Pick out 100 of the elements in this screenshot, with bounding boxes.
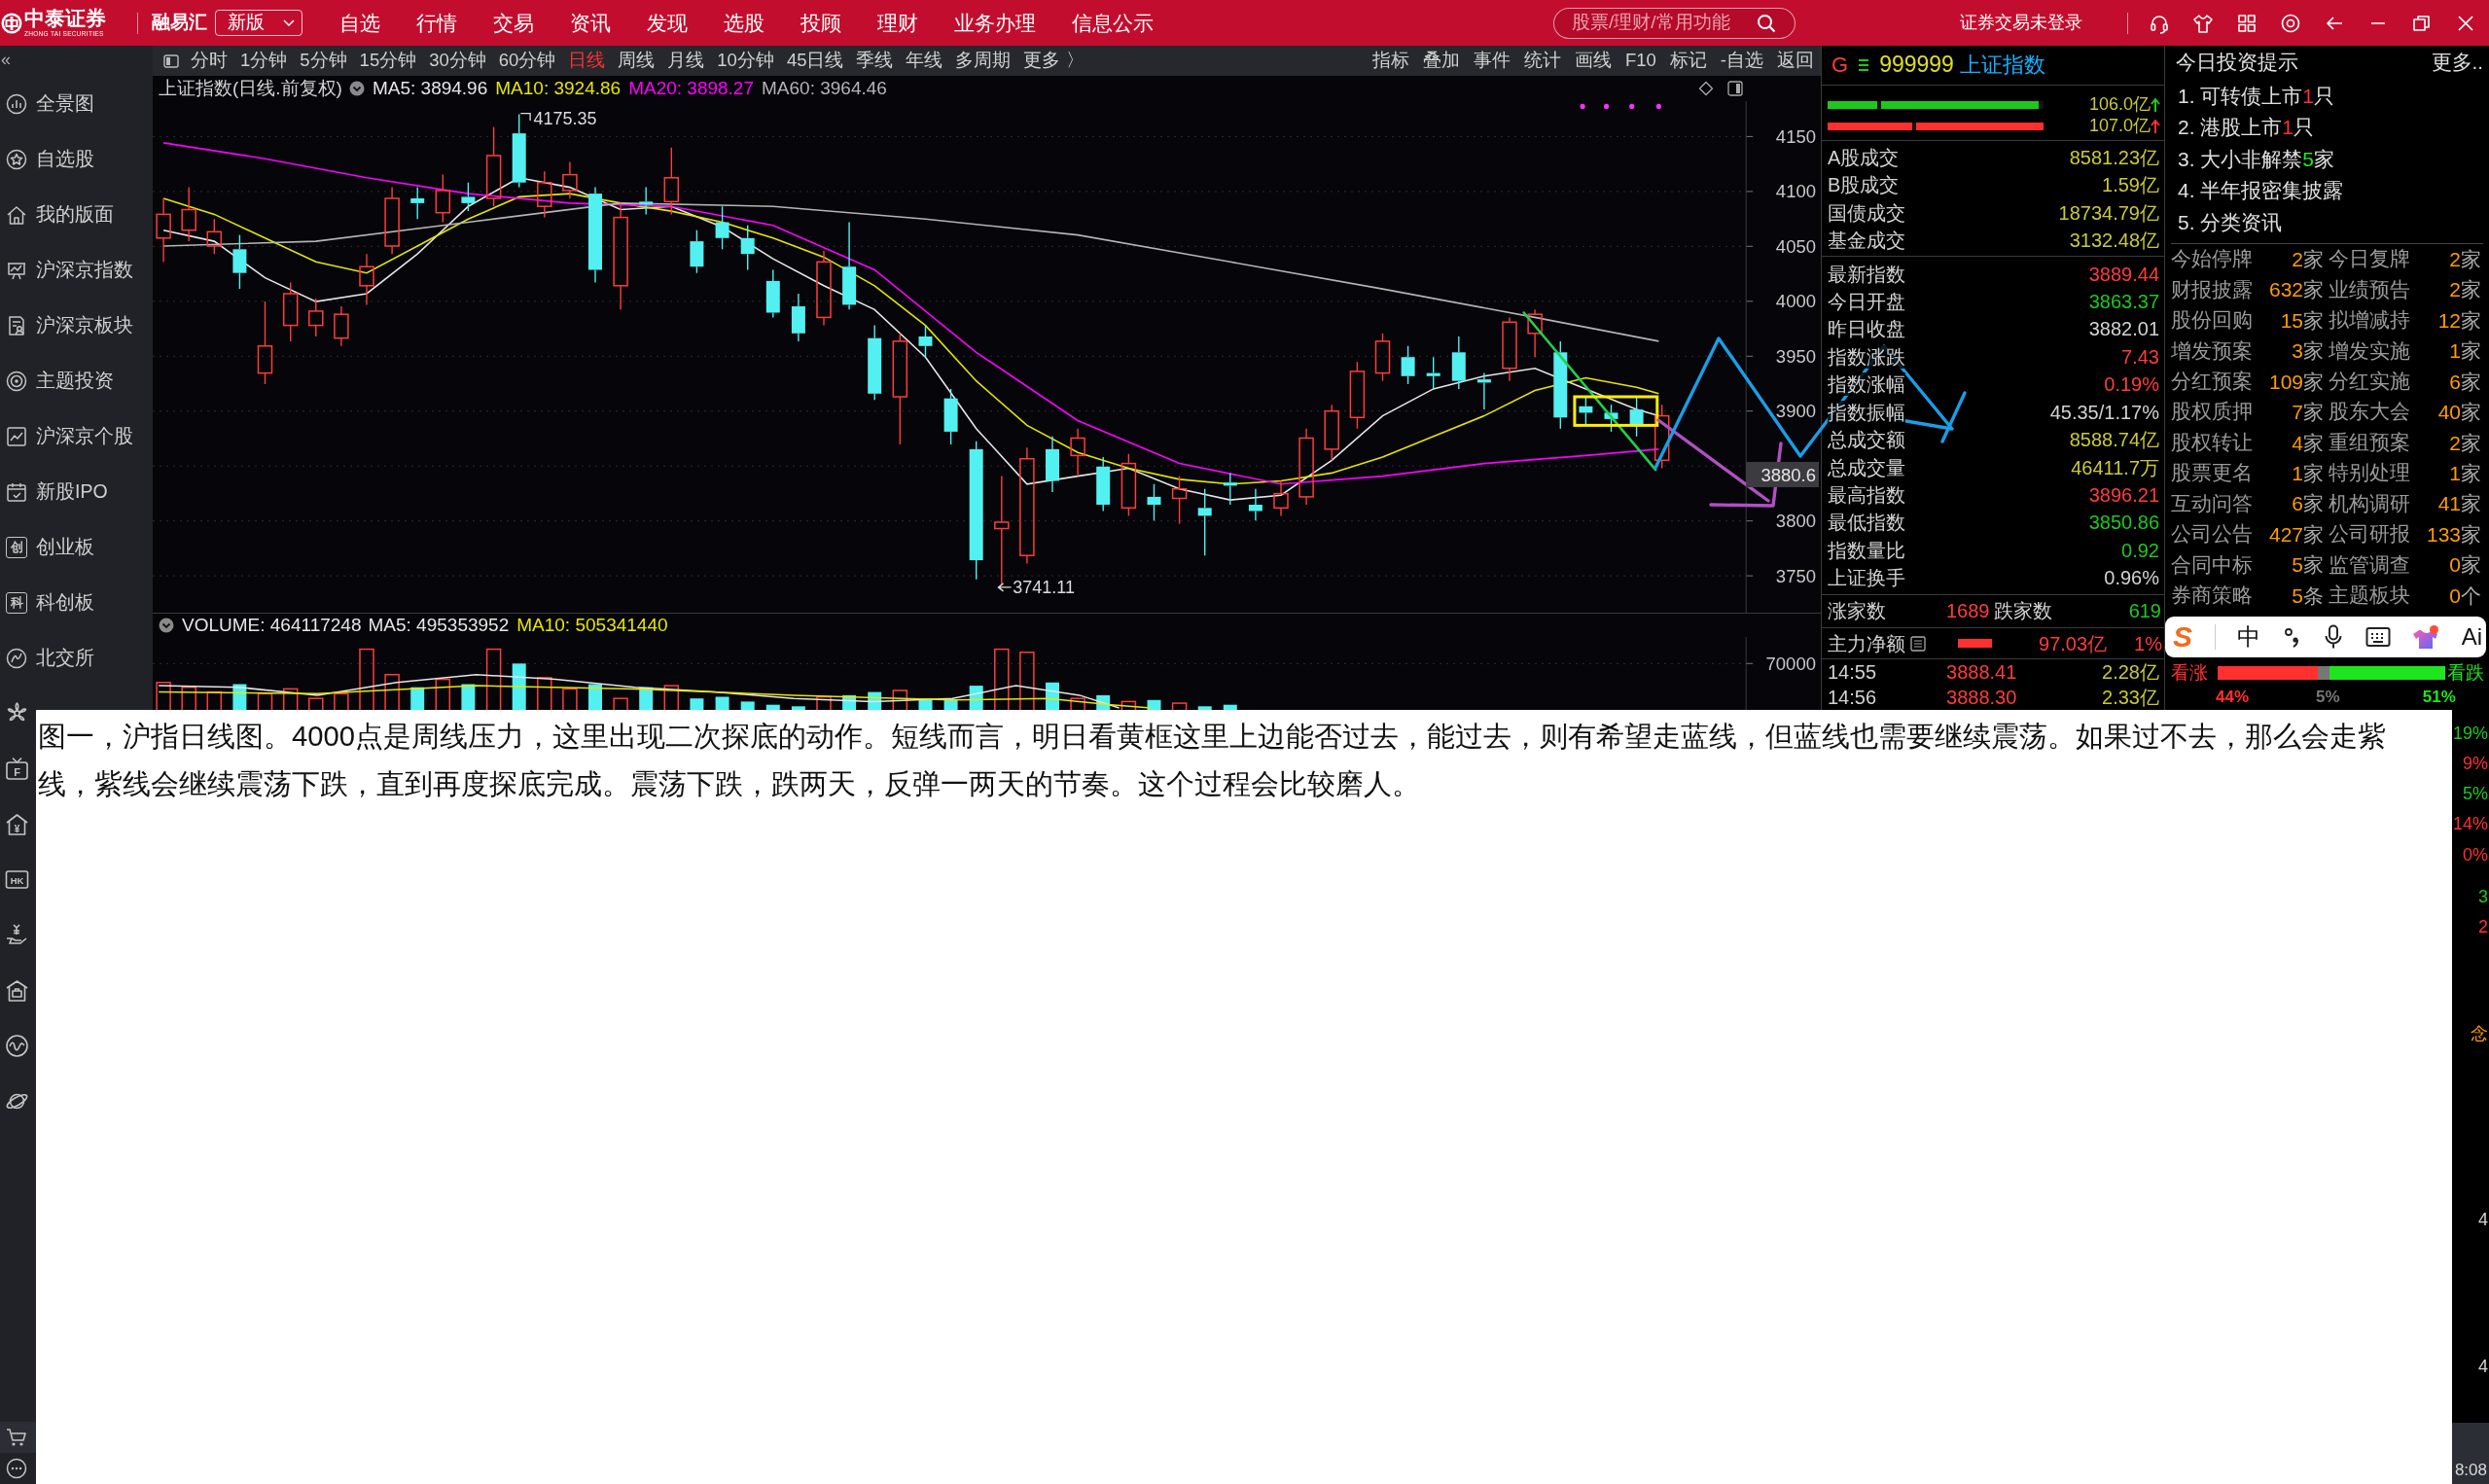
hk-icon[interactable]: HK — [5, 867, 29, 892]
ai-button[interactable]: Ai — [2461, 622, 2482, 652]
tip-link[interactable]: 4. 半年报密集披露 — [2165, 174, 2489, 207]
event-count[interactable]: 2家 — [2449, 277, 2481, 302]
sidebar-item[interactable]: 主题投资 — [36, 353, 153, 408]
chart-circle-icon[interactable] — [6, 92, 27, 115]
event-label[interactable]: 合同中标 — [2171, 552, 2253, 578]
sidebar-item[interactable]: 沪深京板块 — [36, 298, 153, 353]
period-tab[interactable]: 年线 — [906, 50, 943, 72]
sidebar-item[interactable]: 新股IPO — [36, 464, 153, 519]
ring-icon[interactable] — [2280, 12, 2301, 34]
sidebar-item[interactable]: 创业板 — [36, 519, 153, 575]
event-count[interactable]: 2家 — [2449, 430, 2481, 455]
event-count[interactable]: 0家 — [2449, 552, 2481, 578]
period-tab[interactable]: 更多 〉 — [1023, 50, 1084, 72]
period-tab[interactable]: 15分钟 — [359, 50, 417, 72]
period-tab[interactable]: 5分钟 — [300, 50, 347, 72]
event-count[interactable]: 40家 — [2437, 400, 2481, 425]
toolbar-button[interactable]: 指标 — [1371, 50, 1409, 72]
event-label[interactable]: 今日复牌 — [2329, 247, 2410, 271]
event-label[interactable]: 主题板块 — [2329, 583, 2410, 608]
calendar-icon[interactable] — [6, 480, 27, 503]
toolbar-button[interactable]: 事件 — [1473, 50, 1511, 72]
event-label[interactable]: 业绩预告 — [2329, 277, 2410, 302]
event-count[interactable]: 4家 — [2292, 430, 2324, 455]
event-count[interactable]: 6家 — [2449, 369, 2481, 394]
panel-icon[interactable] — [1727, 81, 1743, 96]
event-label[interactable]: 股东大会 — [2329, 400, 2410, 424]
grid-icon[interactable] — [2236, 12, 2258, 34]
event-label[interactable]: 增发预案 — [2171, 338, 2253, 364]
event-count[interactable]: 427家 — [2268, 521, 2324, 548]
menu-item[interactable]: 自选 — [339, 10, 380, 36]
line-chart-icon[interactable] — [6, 425, 27, 447]
toolbar-button[interactable]: 返回 — [1777, 50, 1814, 72]
sidebar-item[interactable]: 沪深京指数 — [36, 242, 153, 298]
event-label[interactable]: 监管调查 — [2329, 552, 2410, 578]
period-tab[interactable]: 月线 — [667, 50, 705, 72]
event-label[interactable]: 今始停牌 — [2171, 247, 2253, 271]
event-label[interactable]: 互动问答 — [2171, 491, 2253, 516]
event-count[interactable]: 1家 — [2292, 460, 2324, 486]
period-tab[interactable]: 45日线 — [786, 50, 844, 72]
event-label[interactable]: 股权质押 — [2171, 400, 2253, 424]
diamond-icon[interactable] — [1698, 81, 1714, 96]
event-label[interactable]: 重组预案 — [2329, 430, 2410, 455]
microphone-icon[interactable] — [2324, 624, 2344, 650]
event-label[interactable]: 公司研报 — [2329, 522, 2410, 547]
list-icon[interactable] — [1858, 57, 1870, 72]
event-count[interactable]: 2家 — [2449, 246, 2481, 272]
menu-item[interactable]: 交易 — [493, 10, 534, 36]
toolbar-button[interactable]: -自选 — [1720, 50, 1763, 72]
hand-coin-icon[interactable] — [5, 923, 29, 947]
event-count[interactable]: 5条 — [2292, 583, 2324, 608]
search-field[interactable]: 股票/理财/常用功能 — [1553, 7, 1796, 39]
version-dropdown[interactable]: 新版 — [215, 10, 302, 36]
shirt-icon[interactable] — [2192, 12, 2214, 34]
tip-link[interactable]: 2. 港股上市1只 — [2165, 111, 2489, 144]
period-tab[interactable]: 周线 — [618, 50, 656, 72]
sidebar-item[interactable]: 沪深京个股 — [36, 408, 153, 464]
event-label[interactable]: 股权转让 — [2171, 430, 2253, 455]
event-count[interactable]: 1家 — [2449, 460, 2481, 486]
list-box-icon[interactable] — [1910, 635, 1926, 652]
glyph-icon[interactable]: 创 — [6, 536, 27, 558]
search-icon[interactable] — [1757, 13, 1776, 33]
event-label[interactable]: 股票更名 — [2171, 461, 2253, 485]
wave-icon[interactable] — [5, 1034, 29, 1058]
cart-icon[interactable] — [6, 1427, 27, 1448]
sidebar-item[interactable]: 我的版面 — [36, 187, 153, 242]
shirt-icon[interactable] — [2412, 624, 2440, 650]
event-count[interactable]: 0个 — [2449, 583, 2481, 608]
event-count[interactable]: 15家 — [2280, 307, 2324, 333]
home-icon[interactable] — [6, 203, 27, 226]
swoosh-circle-icon[interactable] — [6, 647, 27, 669]
event-count[interactable]: 1家 — [2449, 338, 2481, 364]
event-label[interactable]: 增发实施 — [2329, 338, 2410, 364]
target-icon[interactable] — [6, 370, 27, 392]
sidebar-item[interactable]: 科创板 — [36, 575, 153, 630]
period-tab[interactable]: 分时 — [191, 50, 228, 72]
event-count[interactable]: 6家 — [2292, 491, 2324, 516]
sidebar-item[interactable]: 北交所 — [36, 630, 153, 686]
period-tab[interactable]: 10分钟 — [717, 50, 774, 72]
menu-item[interactable]: 行情 — [416, 10, 457, 36]
chevron-circle-icon[interactable] — [159, 618, 174, 633]
login-status[interactable]: 证券交易未登录 — [1960, 12, 2082, 34]
event-count[interactable]: 41家 — [2437, 491, 2481, 516]
panel-toggle-icon[interactable] — [163, 53, 179, 68]
period-tab[interactable]: 多周期 — [955, 50, 1012, 72]
period-tab[interactable]: 60分钟 — [498, 50, 556, 72]
event-count[interactable]: 133家 — [2426, 521, 2481, 548]
tip-link[interactable]: 5. 分类资讯 — [2165, 206, 2489, 238]
more-link[interactable]: 更多.. — [2431, 51, 2483, 75]
glyph-icon[interactable]: 科 — [6, 591, 27, 614]
toolbar-button[interactable]: 统计 — [1523, 50, 1561, 72]
menu-item[interactable]: 选股 — [724, 10, 764, 36]
menu-item[interactable]: 资讯 — [570, 10, 611, 36]
event-label[interactable]: 特别处理 — [2329, 461, 2410, 485]
event-label[interactable]: 机构调研 — [2329, 491, 2410, 516]
menu-item[interactable]: 业务办理 — [954, 10, 1036, 36]
event-count[interactable]: 632家 — [2268, 277, 2324, 302]
event-label[interactable]: 股份回购 — [2171, 308, 2253, 333]
sidebar-item[interactable]: 自选股 — [36, 131, 153, 187]
